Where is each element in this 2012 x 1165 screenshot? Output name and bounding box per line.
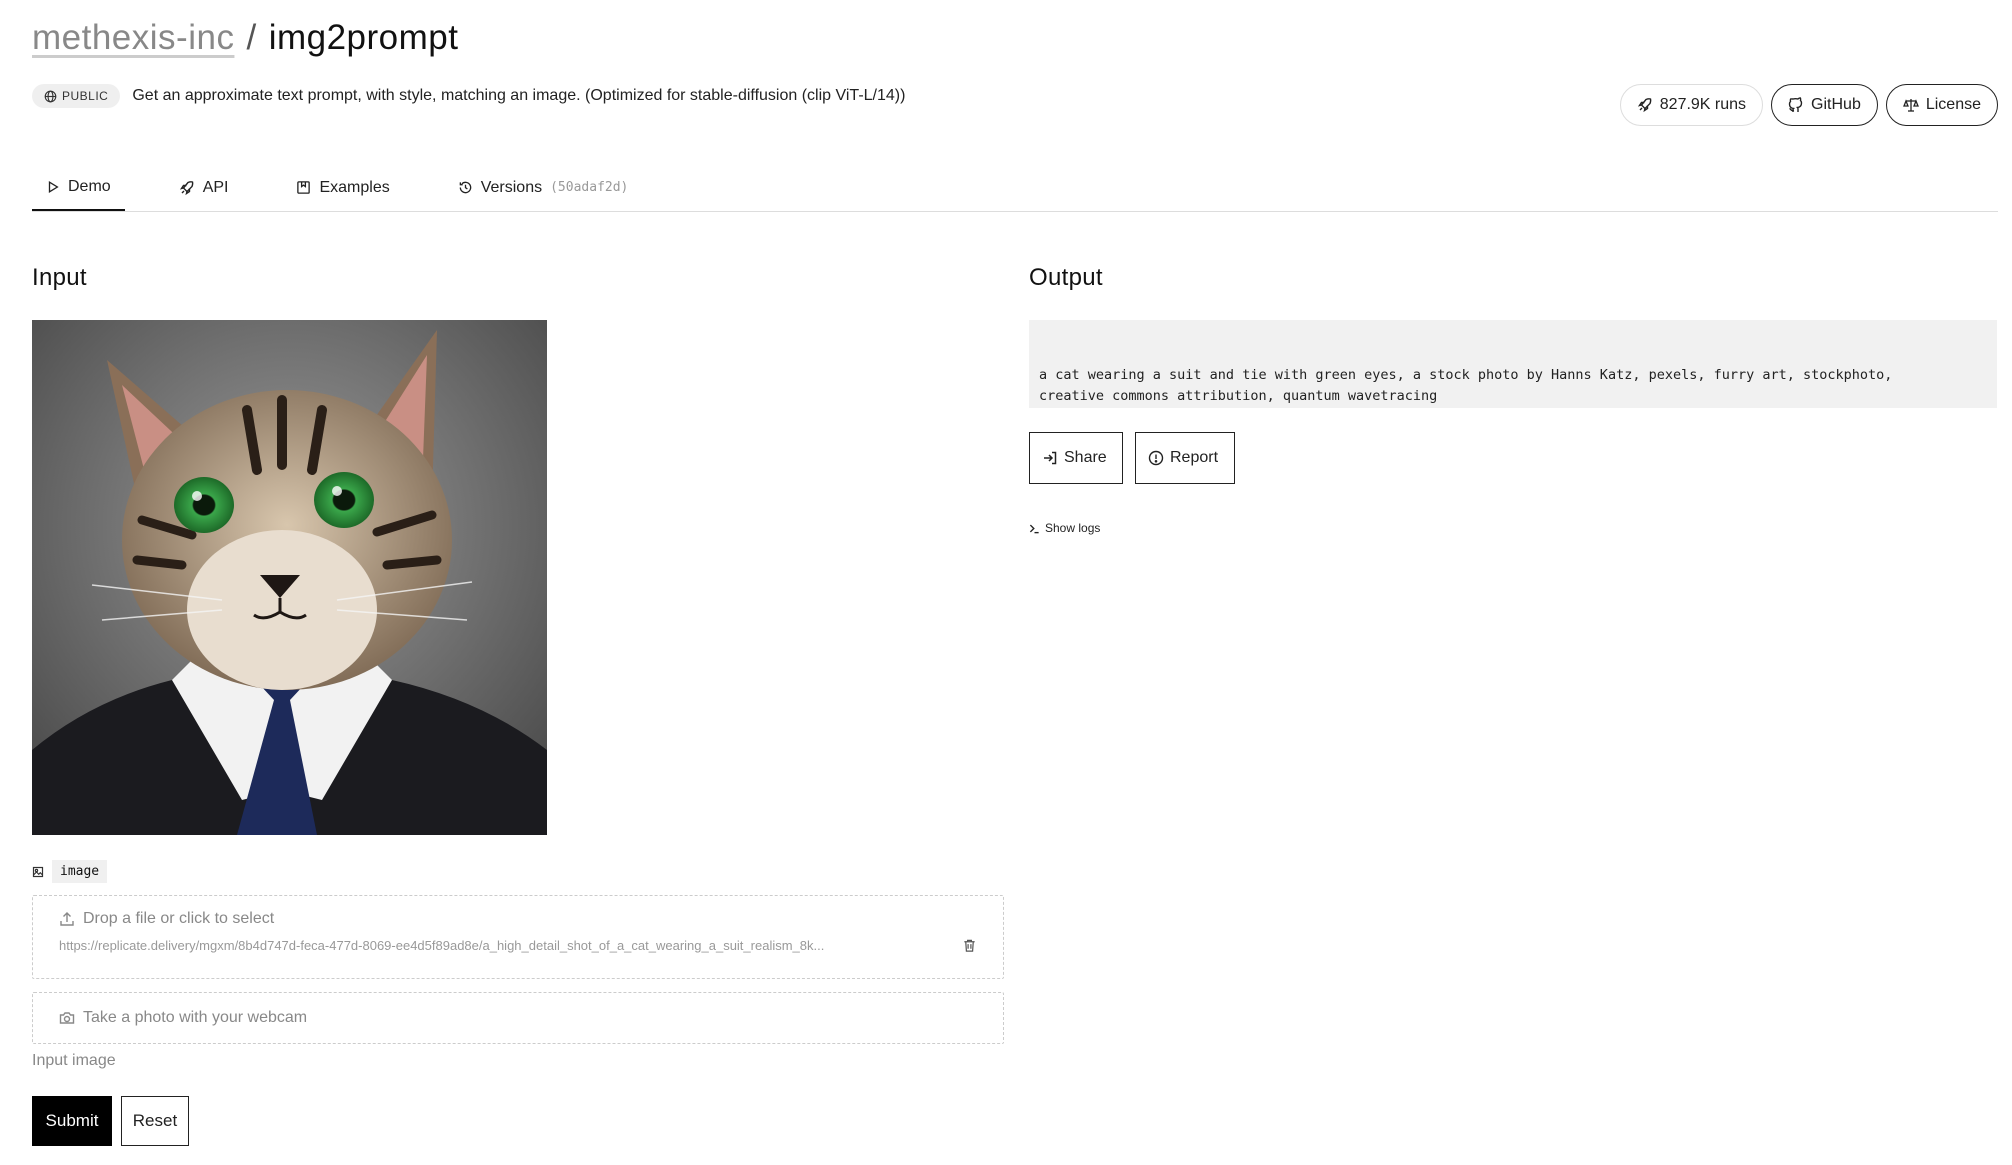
reset-button[interactable]: Reset [121,1096,189,1146]
report-button[interactable]: Report [1135,432,1235,484]
scale-icon [1902,99,1919,112]
trash-icon[interactable] [962,938,977,953]
output-text: a cat wearing a suit and tie with green … [1029,320,1997,408]
github-icon [1788,97,1803,112]
tab-api[interactable]: API [165,164,243,211]
play-icon [48,180,59,193]
model-subline: PUBLIC Get an approximate text prompt, w… [32,84,905,108]
report-label: Report [1170,449,1219,466]
input-image-preview [32,320,547,835]
model-name: img2prompt [268,18,459,57]
rocket-icon [179,180,194,195]
model-description: Get an approximate text prompt, with sty… [132,87,906,104]
file-url: https://replicate.delivery/mgxm/8b4d747d… [59,938,825,953]
title-separator: / [246,18,257,57]
terminal-icon [1029,524,1039,533]
rocket-icon [1637,98,1652,113]
file-dropzone[interactable]: Drop a file or click to select https://r… [32,895,1004,979]
tab-api-label: API [202,178,229,196]
examples-icon [297,181,311,194]
globe-icon [44,90,57,102]
submit-button[interactable]: Submit [32,1096,112,1146]
tab-examples-label: Examples [319,178,390,196]
share-button[interactable]: Share [1029,432,1123,484]
runs-pill[interactable]: 827.9K runs [1619,84,1764,126]
visibility-label: PUBLIC [62,89,109,103]
show-logs-label: Show logs [1045,521,1101,535]
webcam-button[interactable]: Take a photo with your webcam [32,992,1004,1044]
runs-count: 827.9K runs [1659,96,1747,113]
field-name-chip: image [52,860,108,883]
tab-bar: Demo API Examples Versions (50adaf2d) [32,164,1998,212]
selected-file: https://replicate.delivery/mgxm/8b4d747d… [59,938,977,953]
page-header: methexis-inc / img2prompt [32,18,458,58]
github-button[interactable]: GitHub [1771,84,1878,126]
dropzone-label: Drop a file or click to select [83,910,275,927]
license-label: License [1925,96,1981,113]
image-field-label: image [32,860,108,883]
github-label: GitHub [1811,96,1861,113]
upload-icon [60,912,74,926]
alert-icon [1148,450,1164,466]
share-icon [1044,451,1057,465]
input-heading: Input [32,264,87,291]
input-hint: Input image [32,1052,116,1069]
tab-examples[interactable]: Examples [282,164,403,211]
image-icon [32,866,44,877]
webcam-label: Take a photo with your webcam [83,1009,308,1026]
page-title: methexis-inc / img2prompt [32,18,458,58]
tab-demo[interactable]: Demo [32,164,125,211]
tab-versions-label: Versions [480,178,543,196]
history-icon [459,181,471,194]
tab-versions[interactable]: Versions (50adaf2d) [444,164,643,211]
show-logs-toggle[interactable]: Show logs [1029,521,1100,535]
output-heading: Output [1029,264,1103,291]
tab-demo-label: Demo [68,177,111,195]
camera-icon [59,1012,75,1024]
header-actions: 827.9K runs GitHub License [1619,84,1998,126]
share-label: Share [1064,449,1107,466]
license-button[interactable]: License [1885,84,1998,126]
owner-link[interactable]: methexis-inc [32,18,234,57]
visibility-badge: PUBLIC [32,84,121,108]
dropzone-prompt: Drop a file or click to select [59,910,977,928]
version-hash: (50adaf2d) [550,180,629,195]
